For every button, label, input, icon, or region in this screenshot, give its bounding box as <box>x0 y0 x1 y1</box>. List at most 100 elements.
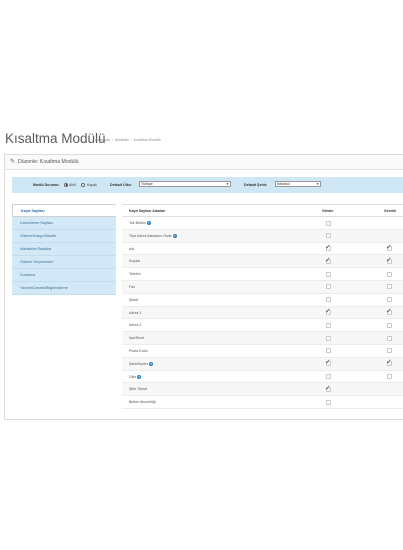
edit-panel: ✎ Düzenle: Kısaltma Modülü Modül Durumu:… <box>4 154 403 420</box>
breadcrumb: Anasayfa / Modüller / Kısaltma Modülü <box>95 138 161 142</box>
show-checkbox[interactable] <box>326 284 331 290</box>
table-row: Adres 2 <box>122 319 403 333</box>
checkmark-icon: ✓ <box>325 244 331 252</box>
info-icon[interactable]: ? <box>148 361 153 366</box>
table-body: Tek Bölüm? Tüm Adres Alanlarını Gizle? Adı… <box>122 217 403 409</box>
field-label: Ülke? <box>129 374 142 379</box>
table-row: İlçe/Semt <box>122 332 403 345</box>
breadcrumb-modules[interactable]: Modüller <box>115 138 129 142</box>
field-label: İlçe/Semt <box>129 336 144 340</box>
checkmark-icon: ✓ <box>325 256 331 264</box>
field-label-text: Posta Kodu <box>129 348 148 353</box>
required-checkbox[interactable] <box>387 374 392 380</box>
field-label-text: Şirket <box>129 297 139 302</box>
info-icon[interactable]: ? <box>137 374 142 379</box>
sidebar-item-label: Makaleler/Sayfalar <box>20 247 52 251</box>
chevron-down-icon: ▼ <box>316 182 319 186</box>
checkmark-icon: ✓ <box>386 256 392 264</box>
table-row: Soyadı ✓ ✓ <box>122 255 403 269</box>
breadcrumb-separator: / <box>130 138 132 142</box>
checkmark-icon: ✓ <box>325 384 331 392</box>
required-checkbox[interactable] <box>387 322 392 328</box>
info-icon[interactable]: ? <box>146 221 151 225</box>
sidebar-item-yardim-destek[interactable]: Yardım/Destek/Bilgilendirme <box>12 282 116 295</box>
sidebar-item-label: Yardım/Destek/Bilgilendirme <box>20 286 68 290</box>
breadcrumb-home[interactable]: Anasayfa <box>95 138 110 142</box>
required-checkbox[interactable] <box>387 284 392 290</box>
module-status-label: Modül Durumu: <box>33 183 60 187</box>
field-label: Şirket <box>129 298 138 302</box>
filter-bar: Modül Durumu: Aktif Kapalı Default Ülke:… <box>12 177 403 193</box>
field-label-text: Ülke <box>129 374 137 379</box>
show-checkbox[interactable] <box>326 348 331 354</box>
page-header: Kısaltma Modülü Anasayfa / Modüller / Kısalt… <box>5 131 403 151</box>
required-checkbox[interactable] <box>387 271 392 277</box>
show-checkbox[interactable] <box>326 220 331 226</box>
table-row: Şifre Tekrar ✓ <box>122 383 403 397</box>
table-row: Ülke? <box>122 371 403 384</box>
checkmark-icon: ✓ <box>325 308 331 316</box>
table-row: Posta Kodu <box>122 345 403 358</box>
field-label-text: Tek Bölüm <box>129 221 146 225</box>
field-label-text: İlçe/Semt <box>129 336 144 341</box>
table-header: Kayıt Sayfası Alanları Göster Gerekli <box>122 204 403 217</box>
show-checkbox[interactable] <box>326 297 331 303</box>
default-country-value: Türkiye <box>141 182 153 186</box>
table-row: Telefon <box>122 268 403 281</box>
panel-heading: ✎ Düzenle: Kısaltma Modülü <box>5 155 403 170</box>
default-city-select[interactable]: İstanbul ▼ <box>275 181 321 187</box>
sidebar-item-duzenleme-sayfasi[interactable]: Düzenleme Sayfası <box>12 217 116 230</box>
field-label-text: Tüm Adres Alanlarını Gizle <box>129 233 172 238</box>
status-passive-radio[interactable] <box>81 182 85 187</box>
sidebar-item-siralama[interactable]: Sıralama <box>12 269 116 282</box>
default-country-select[interactable]: Türkiye ▼ <box>139 181 231 187</box>
checkmark-icon: ✓ <box>386 308 392 316</box>
show-checkbox[interactable] <box>326 233 331 239</box>
sidebar-item-makaleler-sayfalar[interactable]: Makaleler/Sayfalar <box>12 243 116 256</box>
table-row: Fax <box>122 280 403 294</box>
table-row: Şirket <box>122 294 403 307</box>
show-checkbox[interactable] <box>326 335 331 341</box>
table-row: Şehir/İlçeler? ✓ ✓ <box>122 357 403 371</box>
show-checkbox[interactable] <box>326 322 331 328</box>
default-city-label: Default Şehir: <box>244 183 268 187</box>
field-label: Adres 1 <box>129 311 141 315</box>
info-icon[interactable]: ? <box>172 233 177 238</box>
column-header-required: Gerekli <box>384 209 397 213</box>
status-active-label: Aktif <box>69 183 76 187</box>
field-label: Fax <box>129 285 135 289</box>
field-label-text: Telefon <box>129 272 141 277</box>
show-checkbox[interactable] <box>326 374 331 380</box>
sidebar-item-label: Düzenleme Sayfası <box>20 221 53 225</box>
sidebar-item-odeme-secenekleri[interactable]: Ödeme Seçenekleri <box>12 256 116 269</box>
status-active-radio[interactable] <box>64 182 68 187</box>
field-label: Adı <box>129 247 134 251</box>
required-checkbox[interactable] <box>387 297 392 303</box>
checkmark-icon: ✓ <box>386 359 392 367</box>
field-label-text: Şifre Tekrar <box>129 387 148 392</box>
show-checkbox[interactable] <box>326 399 331 405</box>
default-country-label: Default Ülke: <box>110 183 132 187</box>
table-row: Adı ✓ ✓ <box>122 243 403 256</box>
column-header-show: Göster <box>322 209 334 213</box>
sidebar-item-kayit-sayfasi[interactable]: Kayıt Sayfası <box>12 204 116 217</box>
field-label: Telefon <box>129 272 141 276</box>
field-label-text: Adı <box>129 246 135 251</box>
checkmark-icon: ✓ <box>386 244 392 252</box>
required-checkbox[interactable] <box>387 335 392 341</box>
required-checkbox[interactable] <box>387 348 392 354</box>
settings-sidebar: Kayıt Sayfası Düzenleme Sayfası Ödeme/Ka… <box>12 204 116 295</box>
show-checkbox[interactable] <box>326 271 331 277</box>
column-header-fields: Kayıt Sayfası Alanları <box>129 209 166 213</box>
field-label: Posta Kodu <box>129 349 148 353</box>
table-row: Tek Bölüm? <box>122 217 403 230</box>
chevron-down-icon: ▼ <box>226 182 229 186</box>
field-label: Soyadı <box>129 259 140 263</box>
checkmark-icon: ✓ <box>325 359 331 367</box>
breadcrumb-current[interactable]: Kısaltma Modülü <box>134 138 161 142</box>
field-label-text: Şehir/İlçeler <box>129 361 148 366</box>
sidebar-item-label: Sıralama <box>20 273 36 277</box>
sidebar-item-odeme-kargo-misafir[interactable]: Ödeme/Kargo/Misafir <box>12 230 116 243</box>
field-label: Tüm Adres Alanlarını Gizle? <box>129 233 177 238</box>
sidebar-item-label: Kayıt Sayfası <box>21 209 45 213</box>
